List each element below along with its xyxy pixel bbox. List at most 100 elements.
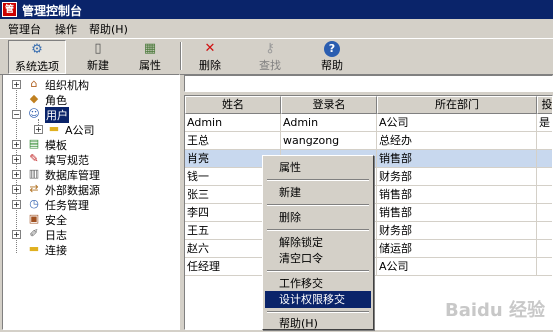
tree-item-label: 组织机构 — [45, 79, 89, 92]
menu-item-new[interactable]: 新建 — [265, 184, 371, 201]
expand-icon[interactable]: + — [12, 170, 21, 179]
delete-label: 删除 — [199, 59, 221, 72]
cell-extra[interactable] — [537, 186, 552, 204]
column-header-login[interactable]: 登录名 — [281, 96, 377, 114]
new-document-icon: ▯ — [94, 41, 102, 56]
folder-icon: ▬ — [48, 122, 60, 135]
cell-department[interactable]: A公司 — [377, 258, 537, 276]
expand-icon[interactable]: + — [12, 140, 21, 149]
toolbar-separator — [180, 42, 182, 70]
system-options-icon: ⚙ — [31, 42, 43, 57]
template-icon: ▤ — [28, 137, 40, 150]
cell-extra[interactable] — [537, 150, 552, 168]
cell-extra[interactable] — [537, 204, 552, 222]
expand-icon[interactable]: + — [12, 185, 21, 194]
expand-icon[interactable]: + — [12, 230, 21, 239]
tree-item-label: A公司 — [65, 124, 95, 137]
tree-item-role[interactable]: ◆ 角色 — [3, 92, 179, 107]
tree-item-label: 角色 — [45, 94, 67, 107]
cell-login[interactable]: Admin — [281, 114, 377, 132]
tree-item-connection[interactable]: ▬ 连接 — [3, 242, 179, 257]
menu-item-help[interactable]: 帮助(H) — [265, 315, 371, 332]
cell-name[interactable]: 王总 — [185, 132, 281, 150]
user-icon: ☺ — [28, 107, 40, 120]
security-icon: ▣ — [28, 212, 40, 225]
key-find-icon: ⚷ — [265, 41, 275, 56]
tree-item-database[interactable]: + ▥ 数据库管理 — [3, 167, 179, 182]
path-field — [184, 75, 553, 92]
window-title: 管理控制台 — [22, 4, 83, 18]
find-label: 查找 — [259, 59, 281, 72]
datasource-icon: ⇄ — [29, 182, 39, 195]
column-header-department[interactable]: 所在部门 — [377, 96, 537, 114]
tree-item-label: 填写规范 — [45, 154, 89, 167]
menu-item-unlock[interactable]: 解除锁定 — [265, 234, 371, 251]
expand-icon[interactable]: + — [12, 80, 21, 89]
cell-extra[interactable] — [537, 222, 552, 240]
cell-extra[interactable] — [537, 258, 552, 276]
help-label: 帮助 — [321, 59, 343, 72]
cell-department[interactable]: 销售部 — [377, 204, 537, 222]
spec-abc-icon: ✎ — [29, 152, 39, 165]
navigation-tree[interactable]: + ⌂ 组织机构 ◆ 角色 − ☺ 用户 + ▬ A公司 + ▤ 模板 + ✎ … — [2, 74, 180, 330]
column-header-name[interactable]: 姓名 — [185, 96, 281, 114]
cell-extra[interactable] — [537, 240, 552, 258]
expand-icon[interactable]: + — [12, 155, 21, 164]
menu-item-properties[interactable]: 属性 — [265, 159, 371, 176]
menu-item-delete[interactable]: 删除 — [265, 209, 371, 226]
help-button[interactable]: ? 帮助 — [312, 40, 352, 72]
cell-department[interactable]: 销售部 — [377, 150, 537, 168]
cell-extra[interactable] — [537, 132, 552, 150]
tree-item-log[interactable]: + ✐ 日志 — [3, 227, 179, 242]
cell-extra[interactable]: 是 — [537, 114, 552, 132]
menu-item-work-handover[interactable]: 工作移交 — [265, 275, 371, 292]
tree-item-label: 任务管理 — [45, 199, 89, 212]
context-menu: 属性 新建 删除 解除锁定 清空口令 工作移交 设计权限移交 帮助(H) — [262, 155, 374, 330]
menu-item-clear-password[interactable]: 清空口令 — [265, 250, 371, 267]
title-bar: 管 管理控制台 — [0, 0, 553, 19]
cell-department[interactable]: 财务部 — [377, 168, 537, 186]
help-icon: ? — [324, 41, 340, 57]
collapse-icon[interactable]: − — [12, 110, 21, 119]
tree-item-label: 外部数据源 — [45, 184, 100, 197]
system-options-button[interactable]: ⚙ 系统选项 — [8, 40, 66, 74]
tree-item-security[interactable]: ▣ 安全 — [3, 212, 179, 227]
menu-separator — [267, 229, 369, 231]
tree-item-spec[interactable]: + ✎ 填写规范 — [3, 152, 179, 167]
log-icon: ✐ — [29, 227, 39, 240]
tree-item-label: 日志 — [45, 229, 67, 242]
menu-console[interactable]: 管理台 — [8, 21, 41, 37]
new-button[interactable]: ▯ 新建 — [78, 40, 118, 72]
tree-item-org[interactable]: + ⌂ 组织机构 — [3, 77, 179, 92]
tree-item-user[interactable]: − ☺ 用户 — [3, 107, 179, 123]
column-header-extra[interactable]: 投 — [537, 96, 552, 114]
menu-action[interactable]: 操作 — [55, 21, 77, 37]
cell-department[interactable]: A公司 — [377, 114, 537, 132]
delete-x-icon: ✕ — [204, 41, 216, 56]
toolbar: ⚙ 系统选项 ▯ 新建 ▦ 属性 ✕ 删除 ⚷ 查找 ? 帮助 — [0, 38, 553, 75]
system-options-label: 系统选项 — [15, 60, 59, 73]
tree-item-datasource[interactable]: + ⇄ 外部数据源 — [3, 182, 179, 197]
database-icon: ▥ — [28, 167, 40, 180]
task-icon: ◷ — [29, 197, 39, 210]
tree-item-task[interactable]: + ◷ 任务管理 — [3, 197, 179, 212]
cell-department[interactable]: 储运部 — [377, 240, 537, 258]
cell-name[interactable]: Admin — [185, 114, 281, 132]
menu-help[interactable]: 帮助(H) — [89, 21, 128, 37]
expand-icon[interactable]: + — [34, 125, 43, 134]
cell-extra[interactable] — [537, 168, 552, 186]
cell-department[interactable]: 总经办 — [377, 132, 537, 150]
role-icon: ◆ — [29, 92, 39, 105]
tree-item-company-a[interactable]: + ▬ A公司 — [3, 122, 179, 137]
find-button[interactable]: ⚷ 查找 — [250, 40, 290, 72]
delete-button[interactable]: ✕ 删除 — [190, 40, 230, 72]
expand-icon[interactable]: + — [12, 200, 21, 209]
house-icon: ⌂ — [30, 77, 38, 90]
properties-button[interactable]: ▦ 属性 — [130, 40, 170, 72]
tree-item-template[interactable]: + ▤ 模板 — [3, 137, 179, 152]
cell-department[interactable]: 销售部 — [377, 186, 537, 204]
menu-item-design-permission-transfer[interactable]: 设计权限移交 — [265, 291, 371, 308]
properties-label: 属性 — [139, 59, 161, 72]
cell-login[interactable]: wangzong — [281, 132, 377, 150]
cell-department[interactable]: 财务部 — [377, 222, 537, 240]
